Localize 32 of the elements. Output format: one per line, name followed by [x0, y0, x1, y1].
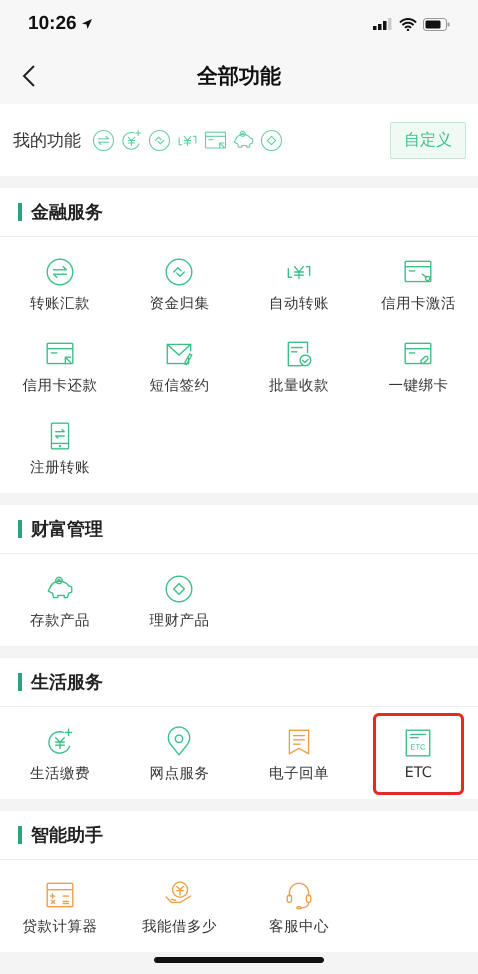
battery-icon — [423, 18, 450, 30]
function-item[interactable]: 一键绑卡 — [372, 325, 464, 407]
function-item[interactable]: 转账汇款 — [14, 243, 106, 325]
signal-icon — [373, 18, 393, 30]
section-title: 智能助手 — [31, 824, 103, 847]
function-item[interactable]: 存款产品 — [14, 560, 106, 642]
section-title: 财富管理 — [31, 518, 103, 541]
linked-diamonds-icon — [147, 128, 172, 152]
function-item[interactable]: ETC ETC — [372, 713, 464, 795]
wifi-icon — [399, 18, 417, 30]
section-title: 生活服务 — [31, 671, 103, 694]
exchange-arrows-icon — [91, 128, 116, 152]
function-item[interactable]: 信用卡激活 — [372, 243, 464, 325]
function-item[interactable]: 注册转账 — [14, 407, 106, 489]
function-item[interactable]: 生活缴费 — [14, 713, 106, 795]
diamond-coin-icon — [259, 128, 284, 152]
location-arrow-icon — [80, 18, 93, 30]
function-item[interactable]: 网点服务 — [134, 713, 225, 795]
function-item[interactable]: 短信签约 — [134, 325, 225, 407]
function-item[interactable]: 批量收款 — [253, 325, 344, 407]
status-time: 10:26 — [28, 13, 93, 35]
page-title: 全部功能 — [197, 63, 281, 90]
function-item[interactable]: 客服中心 — [253, 866, 344, 948]
function-item[interactable]: 理财产品 — [134, 560, 225, 642]
function-item[interactable]: 资金归集 — [134, 243, 225, 325]
function-item[interactable]: 电子回单 — [253, 713, 344, 795]
my-functions-label: 我的功能 — [13, 130, 81, 152]
section-title: 金融服务 — [31, 201, 103, 224]
function-item[interactable]: 我能借多少 — [134, 866, 225, 948]
function-item[interactable]: 自动转账 — [253, 243, 344, 325]
function-item[interactable]: 贷款计算器 — [14, 866, 106, 948]
function-item[interactable]: 信用卡还款 — [14, 325, 106, 407]
